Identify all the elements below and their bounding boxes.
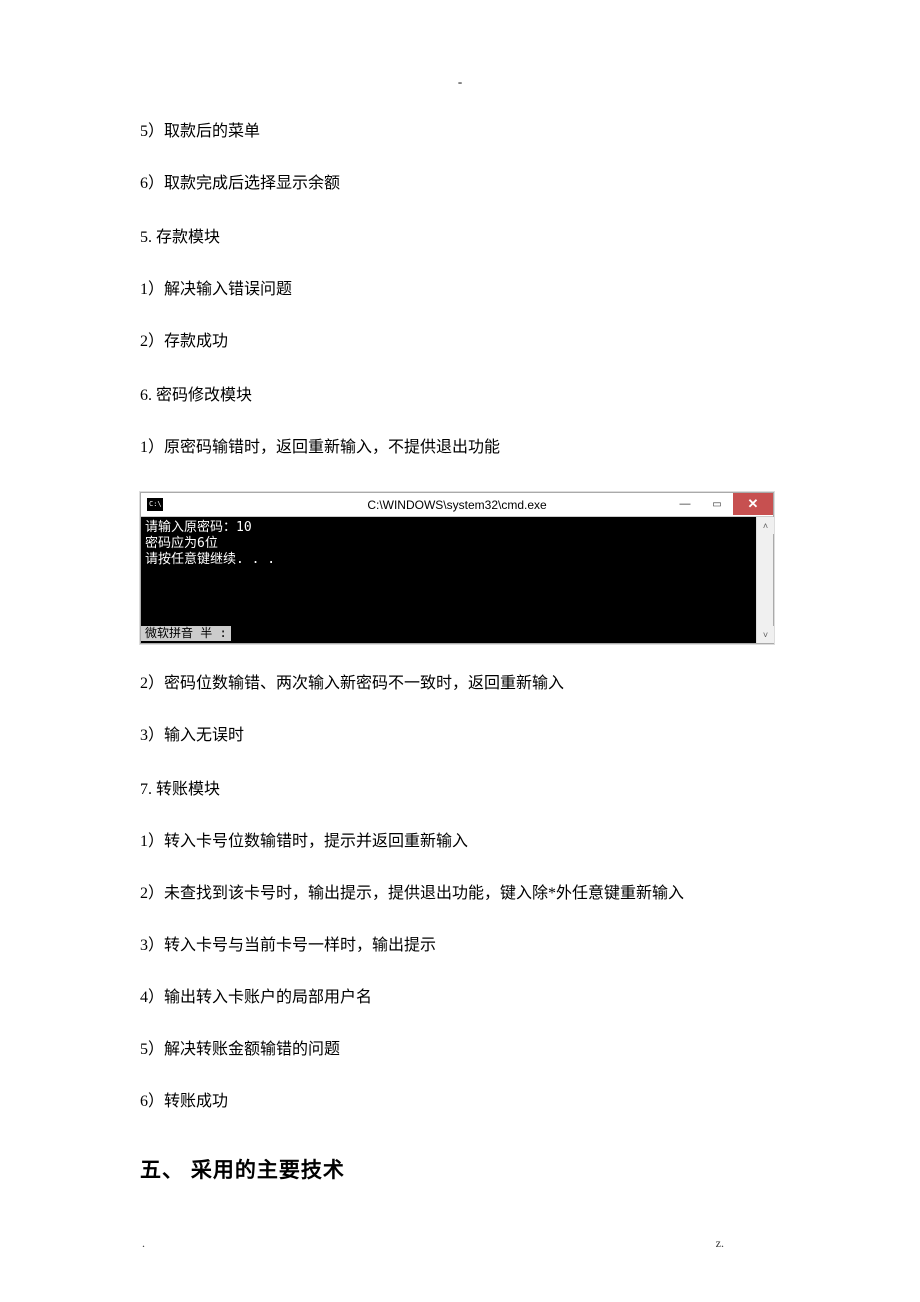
main-heading: 五、 采用的主要技术 — [140, 1154, 780, 1184]
section-heading-deposit: 5. 存款模块 — [140, 226, 780, 250]
list-item: 2）密码位数输错、两次输入新密码不一致时，返回重新输入 — [140, 672, 780, 696]
scrollbar[interactable]: ˄ ˅ — [756, 517, 773, 643]
list-item: 4）输出转入卡账户的局部用户名 — [140, 986, 780, 1010]
page-content: 5）取款后的菜单 6）取款完成后选择显示余额 5. 存款模块 1）解决输入错误问… — [0, 0, 920, 1184]
scroll-down-icon[interactable]: ˅ — [757, 626, 774, 643]
cmd-output: 请输入原密码：10 密码应为6位 请按任意键继续. . . 微软拼音 半 : — [141, 517, 756, 643]
cmd-body: 请输入原密码：10 密码应为6位 请按任意键继续. . . 微软拼音 半 : ˄… — [141, 517, 773, 643]
ime-status: 微软拼音 半 : — [141, 626, 231, 641]
list-item: 2）未查找到该卡号时，输出提示，提供退出功能，键入除*外任意键重新输入 — [140, 882, 780, 906]
list-item: 6）转账成功 — [140, 1090, 780, 1114]
list-item: 3）输入无误时 — [140, 724, 780, 748]
section-heading-password: 6. 密码修改模块 — [140, 384, 780, 408]
footer-right: z. — [716, 1236, 724, 1251]
list-item: 6）取款完成后选择显示余额 — [140, 172, 780, 196]
close-button[interactable]: ✕ — [733, 493, 773, 515]
cmd-window: C:\ C:\WINDOWS\system32\cmd.exe — ▭ ✕ 请输… — [140, 492, 774, 644]
window-controls: — ▭ ✕ — [669, 493, 773, 515]
cmd-icon: C:\ — [147, 498, 163, 511]
cmd-line: 请输入原密码：10 — [145, 520, 752, 536]
footer-left: . — [142, 1236, 145, 1251]
maximize-button[interactable]: ▭ — [701, 493, 733, 515]
list-item: 2）存款成功 — [140, 330, 780, 354]
section-heading-transfer: 7. 转账模块 — [140, 778, 780, 802]
list-item: 5）解决转账金额输错的问题 — [140, 1038, 780, 1062]
cmd-line: 密码应为6位 — [145, 536, 752, 552]
cmd-line: 请按任意键继续. . . — [145, 552, 752, 568]
list-item: 1）原密码输错时，返回重新输入，不提供退出功能 — [140, 436, 780, 460]
list-item: 5）取款后的菜单 — [140, 120, 780, 144]
list-item: 1）解决输入错误问题 — [140, 278, 780, 302]
list-item: 1）转入卡号位数输错时，提示并返回重新输入 — [140, 830, 780, 854]
cmd-titlebar: C:\ C:\WINDOWS\system32\cmd.exe — ▭ ✕ — [141, 493, 773, 517]
cmd-title: C:\WINDOWS\system32\cmd.exe — [367, 498, 546, 512]
minimize-button[interactable]: — — [669, 493, 701, 515]
list-item: 3）转入卡号与当前卡号一样时，输出提示 — [140, 934, 780, 958]
top-marker: - — [458, 74, 462, 90]
scroll-up-icon[interactable]: ˄ — [757, 517, 774, 534]
